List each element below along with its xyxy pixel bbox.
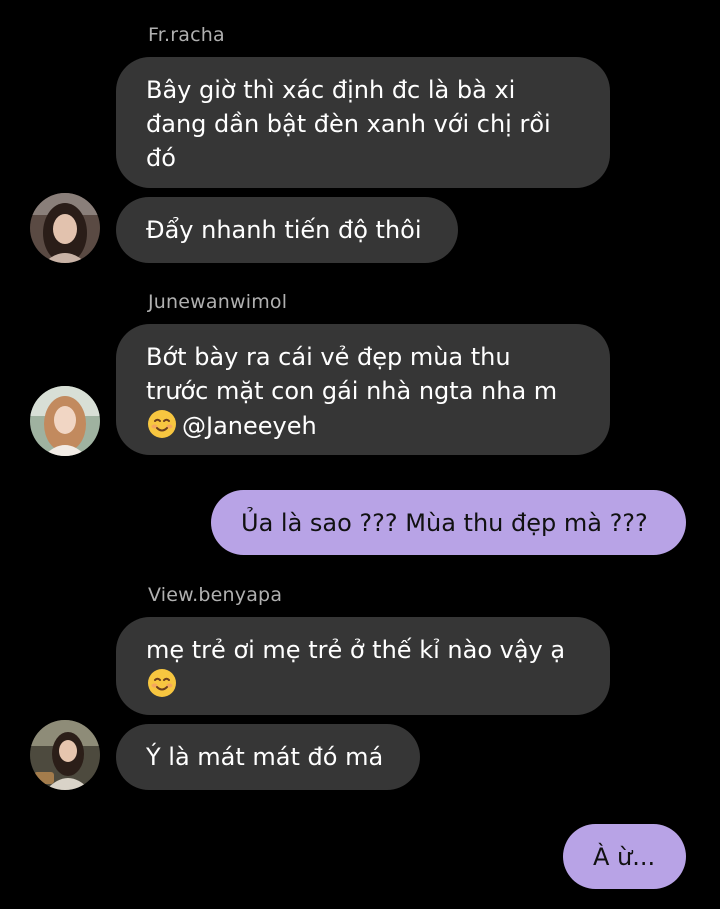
message-text: đang dần bật đèn xanh với chị rồi <box>146 110 551 138</box>
message-bubble[interactable]: Ý là mát mát đó má <box>116 724 420 790</box>
message-bubble[interactable]: Bây giờ thì xác định đc là bà xi đang dầ… <box>116 57 610 188</box>
message-text: À ừ... <box>593 843 656 871</box>
avatar[interactable] <box>30 193 100 263</box>
smiling-face-icon <box>148 669 176 697</box>
message-text: mẹ trẻ ơi mẹ trẻ ở thế kỉ nào vậy ạ <box>146 636 566 664</box>
message-text: Bây giờ thì xác định đc là bà xi <box>146 76 516 104</box>
smiling-face-icon <box>148 410 176 438</box>
message-text: Ủa là sao ??? Mùa thu đẹp mà ??? <box>241 509 648 537</box>
message-bubble[interactable]: Bớt bày ra cái vẻ đẹp mùa thu trước mặt … <box>116 324 610 455</box>
avatar-photo <box>30 193 100 263</box>
sender-name: View.benyapa <box>148 584 283 606</box>
avatar[interactable] <box>30 386 100 456</box>
message-text: trước mặt con gái nhà ngta nha m <box>146 377 558 405</box>
sender-name: Junewanwimol <box>148 291 288 313</box>
avatar-photo <box>30 720 100 790</box>
message-text: Bớt bày ra cái vẻ đẹp mùa thu <box>146 343 511 371</box>
message-bubble[interactable]: Đẩy nhanh tiến độ thôi <box>116 197 458 263</box>
sender-name: Fr.racha <box>148 24 225 46</box>
mention-link[interactable]: @Janeeyeh <box>182 412 317 440</box>
message-text: đó <box>146 144 176 172</box>
message-text: Đẩy nhanh tiến độ thôi <box>146 216 422 244</box>
avatar[interactable] <box>30 720 100 790</box>
message-text: Ý là mát mát đó má <box>146 743 384 771</box>
outgoing-message-bubble[interactable]: À ừ... <box>563 824 686 889</box>
message-bubble[interactable]: mẹ trẻ ơi mẹ trẻ ở thế kỉ nào vậy ạ <box>116 617 610 715</box>
outgoing-message-bubble[interactable]: Ủa là sao ??? Mùa thu đẹp mà ??? <box>211 490 686 555</box>
avatar-photo <box>30 386 100 456</box>
